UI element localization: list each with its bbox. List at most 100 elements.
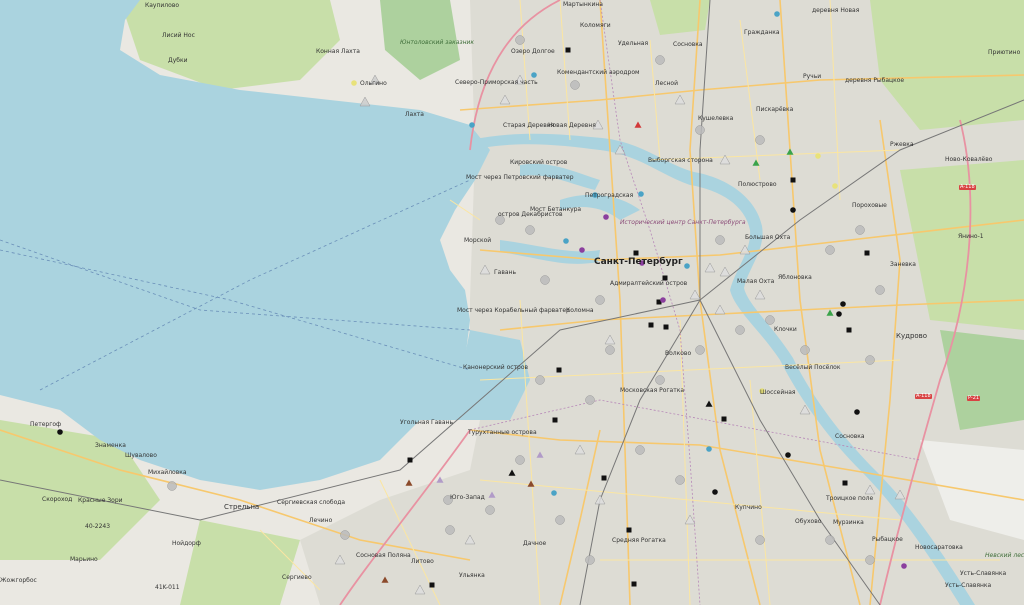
poi-circle-marker[interactable]	[785, 452, 791, 458]
poi-circle-marker[interactable]	[695, 345, 705, 355]
poi-square-marker[interactable]	[846, 327, 852, 333]
poi-triangle-marker[interactable]	[359, 96, 371, 107]
poi-triangle-marker[interactable]	[799, 404, 811, 415]
poi-square-marker[interactable]	[552, 417, 558, 423]
poi-triangle-marker[interactable]	[488, 491, 496, 498]
poi-circle-marker[interactable]	[675, 475, 685, 485]
poi-triangle-marker[interactable]	[594, 494, 606, 505]
poi-circle-marker[interactable]	[351, 80, 357, 86]
poi-circle-marker[interactable]	[695, 125, 705, 135]
poi-circle-marker[interactable]	[825, 245, 835, 255]
poi-circle-marker[interactable]	[563, 238, 569, 244]
poi-circle-marker[interactable]	[755, 135, 765, 145]
poi-square-marker[interactable]	[601, 475, 607, 481]
poi-triangle-marker[interactable]	[719, 154, 731, 165]
poi-triangle-marker[interactable]	[689, 289, 701, 300]
poi-circle-marker[interactable]	[832, 183, 838, 189]
poi-circle-marker[interactable]	[815, 153, 821, 159]
poi-triangle-marker[interactable]	[754, 289, 766, 300]
poi-triangle-marker[interactable]	[864, 484, 876, 495]
poi-circle-marker[interactable]	[639, 260, 645, 266]
poi-circle-marker[interactable]	[495, 215, 505, 225]
poi-square-marker[interactable]	[864, 250, 870, 256]
poi-circle-marker[interactable]	[535, 375, 545, 385]
poi-circle-marker[interactable]	[603, 214, 609, 220]
poi-square-marker[interactable]	[631, 581, 637, 587]
poi-triangle-marker[interactable]	[508, 469, 516, 476]
poi-triangle-marker[interactable]	[527, 480, 535, 487]
poi-circle-marker[interactable]	[515, 35, 525, 45]
poi-circle-marker[interactable]	[635, 445, 645, 455]
poi-circle-marker[interactable]	[901, 563, 907, 569]
poi-circle-marker[interactable]	[765, 315, 775, 325]
poi-circle-marker[interactable]	[585, 555, 595, 565]
poi-circle-marker[interactable]	[579, 247, 585, 253]
poi-circle-marker[interactable]	[774, 11, 780, 17]
poi-circle-marker[interactable]	[551, 490, 557, 496]
poi-circle-marker[interactable]	[855, 225, 865, 235]
poi-circle-marker[interactable]	[865, 355, 875, 365]
poi-circle-marker[interactable]	[655, 55, 665, 65]
poi-circle-marker[interactable]	[875, 285, 885, 295]
poi-triangle-marker[interactable]	[499, 94, 511, 105]
poi-triangle-marker[interactable]	[381, 576, 389, 583]
poi-square-marker[interactable]	[721, 416, 727, 422]
poi-triangle-marker[interactable]	[574, 444, 586, 455]
poi-circle-marker[interactable]	[57, 429, 63, 435]
poi-circle-marker[interactable]	[605, 345, 615, 355]
poi-circle-marker[interactable]	[638, 191, 644, 197]
poi-triangle-marker[interactable]	[739, 244, 751, 255]
poi-circle-marker[interactable]	[660, 297, 666, 303]
poi-square-marker[interactable]	[662, 275, 668, 281]
poi-circle-marker[interactable]	[340, 530, 350, 540]
poi-circle-marker[interactable]	[715, 235, 725, 245]
poi-circle-marker[interactable]	[445, 525, 455, 535]
poi-triangle-marker[interactable]	[464, 534, 476, 545]
poi-circle-marker[interactable]	[592, 192, 598, 198]
poi-circle-marker[interactable]	[531, 72, 537, 78]
poi-circle-marker[interactable]	[167, 481, 177, 491]
poi-square-marker[interactable]	[565, 47, 571, 53]
poi-square-marker[interactable]	[429, 582, 435, 588]
poi-triangle-marker[interactable]	[674, 94, 686, 105]
poi-square-marker[interactable]	[842, 480, 848, 486]
poi-triangle-marker[interactable]	[894, 489, 906, 500]
poi-triangle-marker[interactable]	[714, 304, 726, 315]
poi-square-marker[interactable]	[626, 527, 632, 533]
poi-circle-marker[interactable]	[684, 263, 690, 269]
poi-triangle-marker[interactable]	[684, 514, 696, 525]
poi-triangle-marker[interactable]	[436, 476, 444, 483]
poi-circle-marker[interactable]	[595, 295, 605, 305]
poi-triangle-marker[interactable]	[634, 121, 642, 128]
poi-triangle-marker[interactable]	[536, 451, 544, 458]
poi-circle-marker[interactable]	[469, 122, 475, 128]
poi-circle-marker[interactable]	[555, 515, 565, 525]
poi-circle-marker[interactable]	[712, 489, 718, 495]
poi-triangle-marker[interactable]	[604, 334, 616, 345]
poi-triangle-marker[interactable]	[479, 264, 491, 275]
poi-triangle-marker[interactable]	[414, 584, 426, 595]
poi-triangle-marker[interactable]	[752, 159, 760, 166]
poi-square-marker[interactable]	[556, 367, 562, 373]
map-view[interactable]: Каупилово Мартынкина деревня Новая Лисий Но…	[0, 0, 1024, 605]
poi-circle-marker[interactable]	[540, 275, 550, 285]
poi-triangle-marker[interactable]	[592, 119, 604, 130]
poi-triangle-marker[interactable]	[704, 262, 716, 273]
poi-circle-marker[interactable]	[865, 555, 875, 565]
poi-circle-marker[interactable]	[800, 345, 810, 355]
poi-circle-marker[interactable]	[825, 535, 835, 545]
poi-circle-marker[interactable]	[836, 311, 842, 317]
poi-circle-marker[interactable]	[840, 301, 846, 307]
poi-triangle-marker[interactable]	[705, 400, 713, 407]
poi-square-marker[interactable]	[648, 322, 654, 328]
poi-triangle-marker[interactable]	[614, 144, 626, 155]
poi-triangle-marker[interactable]	[719, 266, 731, 277]
poi-triangle-marker[interactable]	[514, 74, 526, 85]
poi-circle-marker[interactable]	[655, 375, 665, 385]
poi-circle-marker[interactable]	[759, 388, 765, 394]
poi-circle-marker[interactable]	[735, 325, 745, 335]
poi-circle-marker[interactable]	[570, 80, 580, 90]
poi-square-marker[interactable]	[407, 457, 413, 463]
poi-circle-marker[interactable]	[706, 446, 712, 452]
poi-triangle-marker[interactable]	[334, 554, 346, 565]
